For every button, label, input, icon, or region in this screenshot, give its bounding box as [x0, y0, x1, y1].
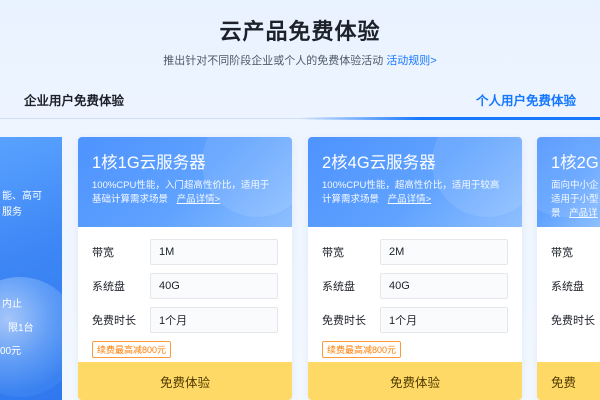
spec-label: 系统盘 — [92, 281, 125, 293]
spec-row-duration: 免费时长 1个月 — [92, 303, 278, 337]
card-header: 1核2G 面向中小企 适用于小型 景 产品详 — [537, 137, 600, 227]
free-trial-button[interactable]: 免费 — [537, 362, 600, 400]
system-disk-field[interactable]: 40G — [380, 273, 508, 299]
card-desc-text: 景 — [551, 208, 561, 219]
spec-row-disk: 系统盘 40G — [92, 269, 278, 303]
active-tab-indicator — [300, 117, 600, 120]
card-header: 2核4G云服务器 100%CPU性能，超高性价比，适用于较高计算需求场景 产品详… — [308, 137, 522, 227]
enterprise-card-text: 00元 — [0, 346, 22, 357]
spec-row-disk: 系统盘 40G — [322, 269, 508, 303]
enterprise-card-text: 内止 — [2, 299, 22, 310]
spec-label: 免费时长 — [551, 315, 595, 327]
spec-label: 免费时长 — [322, 315, 366, 327]
spec-label: 系统盘 — [322, 281, 355, 293]
free-trial-button[interactable]: 免费体验 — [308, 362, 522, 400]
spec-label: 免费时长 — [92, 315, 136, 327]
spec-label: 带宽 — [551, 247, 573, 259]
enterprise-card-text: 服务 — [2, 207, 22, 218]
enterprise-card-partial[interactable]: 能、高可 服务 内止 限1台 00元 — [0, 137, 62, 400]
card-title: 1核1G云服务器 — [92, 154, 206, 172]
product-card-1c1g: 1核1G云服务器 100%CPU性能，入门超高性价比，适用于基础计算需求场景 产… — [78, 137, 292, 400]
free-trial-button[interactable]: 免费体验 — [78, 362, 292, 400]
tab-personal[interactable]: 个人用户免费体验 — [476, 90, 576, 109]
product-card-1c2g-partial: 1核2G 面向中小企 适用于小型 景 产品详 带宽 系统盘 免费时长 免费 — [537, 137, 600, 400]
card-description: 面向中小企 适用于小型 景 产品详 — [551, 179, 600, 221]
system-disk-field[interactable]: 40G — [150, 273, 278, 299]
spec-row-disk: 系统盘 — [551, 269, 600, 303]
page-title: 云产品免费体验 — [219, 19, 381, 44]
product-detail-link[interactable]: 产品详 — [569, 207, 598, 221]
spec-row-duration: 免费时长 — [551, 303, 600, 337]
product-detail-link[interactable]: 产品详情> — [388, 193, 432, 207]
product-detail-link[interactable]: 产品详情> — [177, 193, 221, 207]
card-description: 100%CPU性能，超高性价比，适用于较高计算需求场景 产品详情> — [322, 179, 508, 207]
page-subtitle: 推出针对不同阶段企业或个人的免费体验活动 活动规则> — [0, 52, 600, 68]
promo-badge: 续费最高减800元 — [92, 341, 172, 358]
spec-label: 系统盘 — [551, 281, 584, 293]
subtitle-text: 推出针对不同阶段企业或个人的免费体验活动 — [163, 55, 384, 67]
card-body: 带宽 系统盘 免费时长 — [537, 227, 600, 337]
bandwidth-field[interactable]: 2M — [380, 239, 508, 265]
card-body: 带宽 2M 系统盘 40G 免费时长 1个月 续费最高减800元 — [308, 227, 522, 358]
card-desc-text: 面向中小企 — [551, 180, 599, 191]
card-description: 100%CPU性能，入门超高性价比，适用于基础计算需求场景 产品详情> — [92, 179, 278, 207]
spec-row-duration: 免费时长 1个月 — [322, 303, 508, 337]
activity-rules-link[interactable]: 活动规则> — [386, 55, 436, 67]
spec-label: 带宽 — [322, 247, 344, 259]
user-type-tabs: 企业用户免费体验 个人用户免费体验 — [0, 80, 600, 120]
spec-row-bandwidth: 带宽 — [551, 235, 600, 269]
free-duration-field[interactable]: 1个月 — [380, 307, 508, 333]
bandwidth-field[interactable]: 1M — [150, 239, 278, 265]
spec-row-bandwidth: 带宽 2M — [322, 235, 508, 269]
card-title: 2核4G云服务器 — [322, 154, 436, 172]
tab-enterprise[interactable]: 企业用户免费体验 — [24, 90, 124, 109]
card-title: 1核2G — [551, 154, 599, 172]
card-body: 带宽 1M 系统盘 40G 免费时长 1个月 续费最高减800元 — [78, 227, 292, 358]
card-header: 1核1G云服务器 100%CPU性能，入门超高性价比，适用于基础计算需求场景 产… — [78, 137, 292, 227]
card-desc-text: 适用于小型 — [551, 194, 599, 205]
free-duration-field[interactable]: 1个月 — [150, 307, 278, 333]
promo-badge: 续费最高减800元 — [322, 341, 402, 358]
enterprise-card-text: 限1台 — [8, 323, 34, 334]
spec-label: 带宽 — [92, 247, 114, 259]
product-card-2c4g: 2核4G云服务器 100%CPU性能，超高性价比，适用于较高计算需求场景 产品详… — [308, 137, 522, 400]
spec-row-bandwidth: 带宽 1M — [92, 235, 278, 269]
enterprise-card-text: 能、高可 — [2, 191, 42, 202]
